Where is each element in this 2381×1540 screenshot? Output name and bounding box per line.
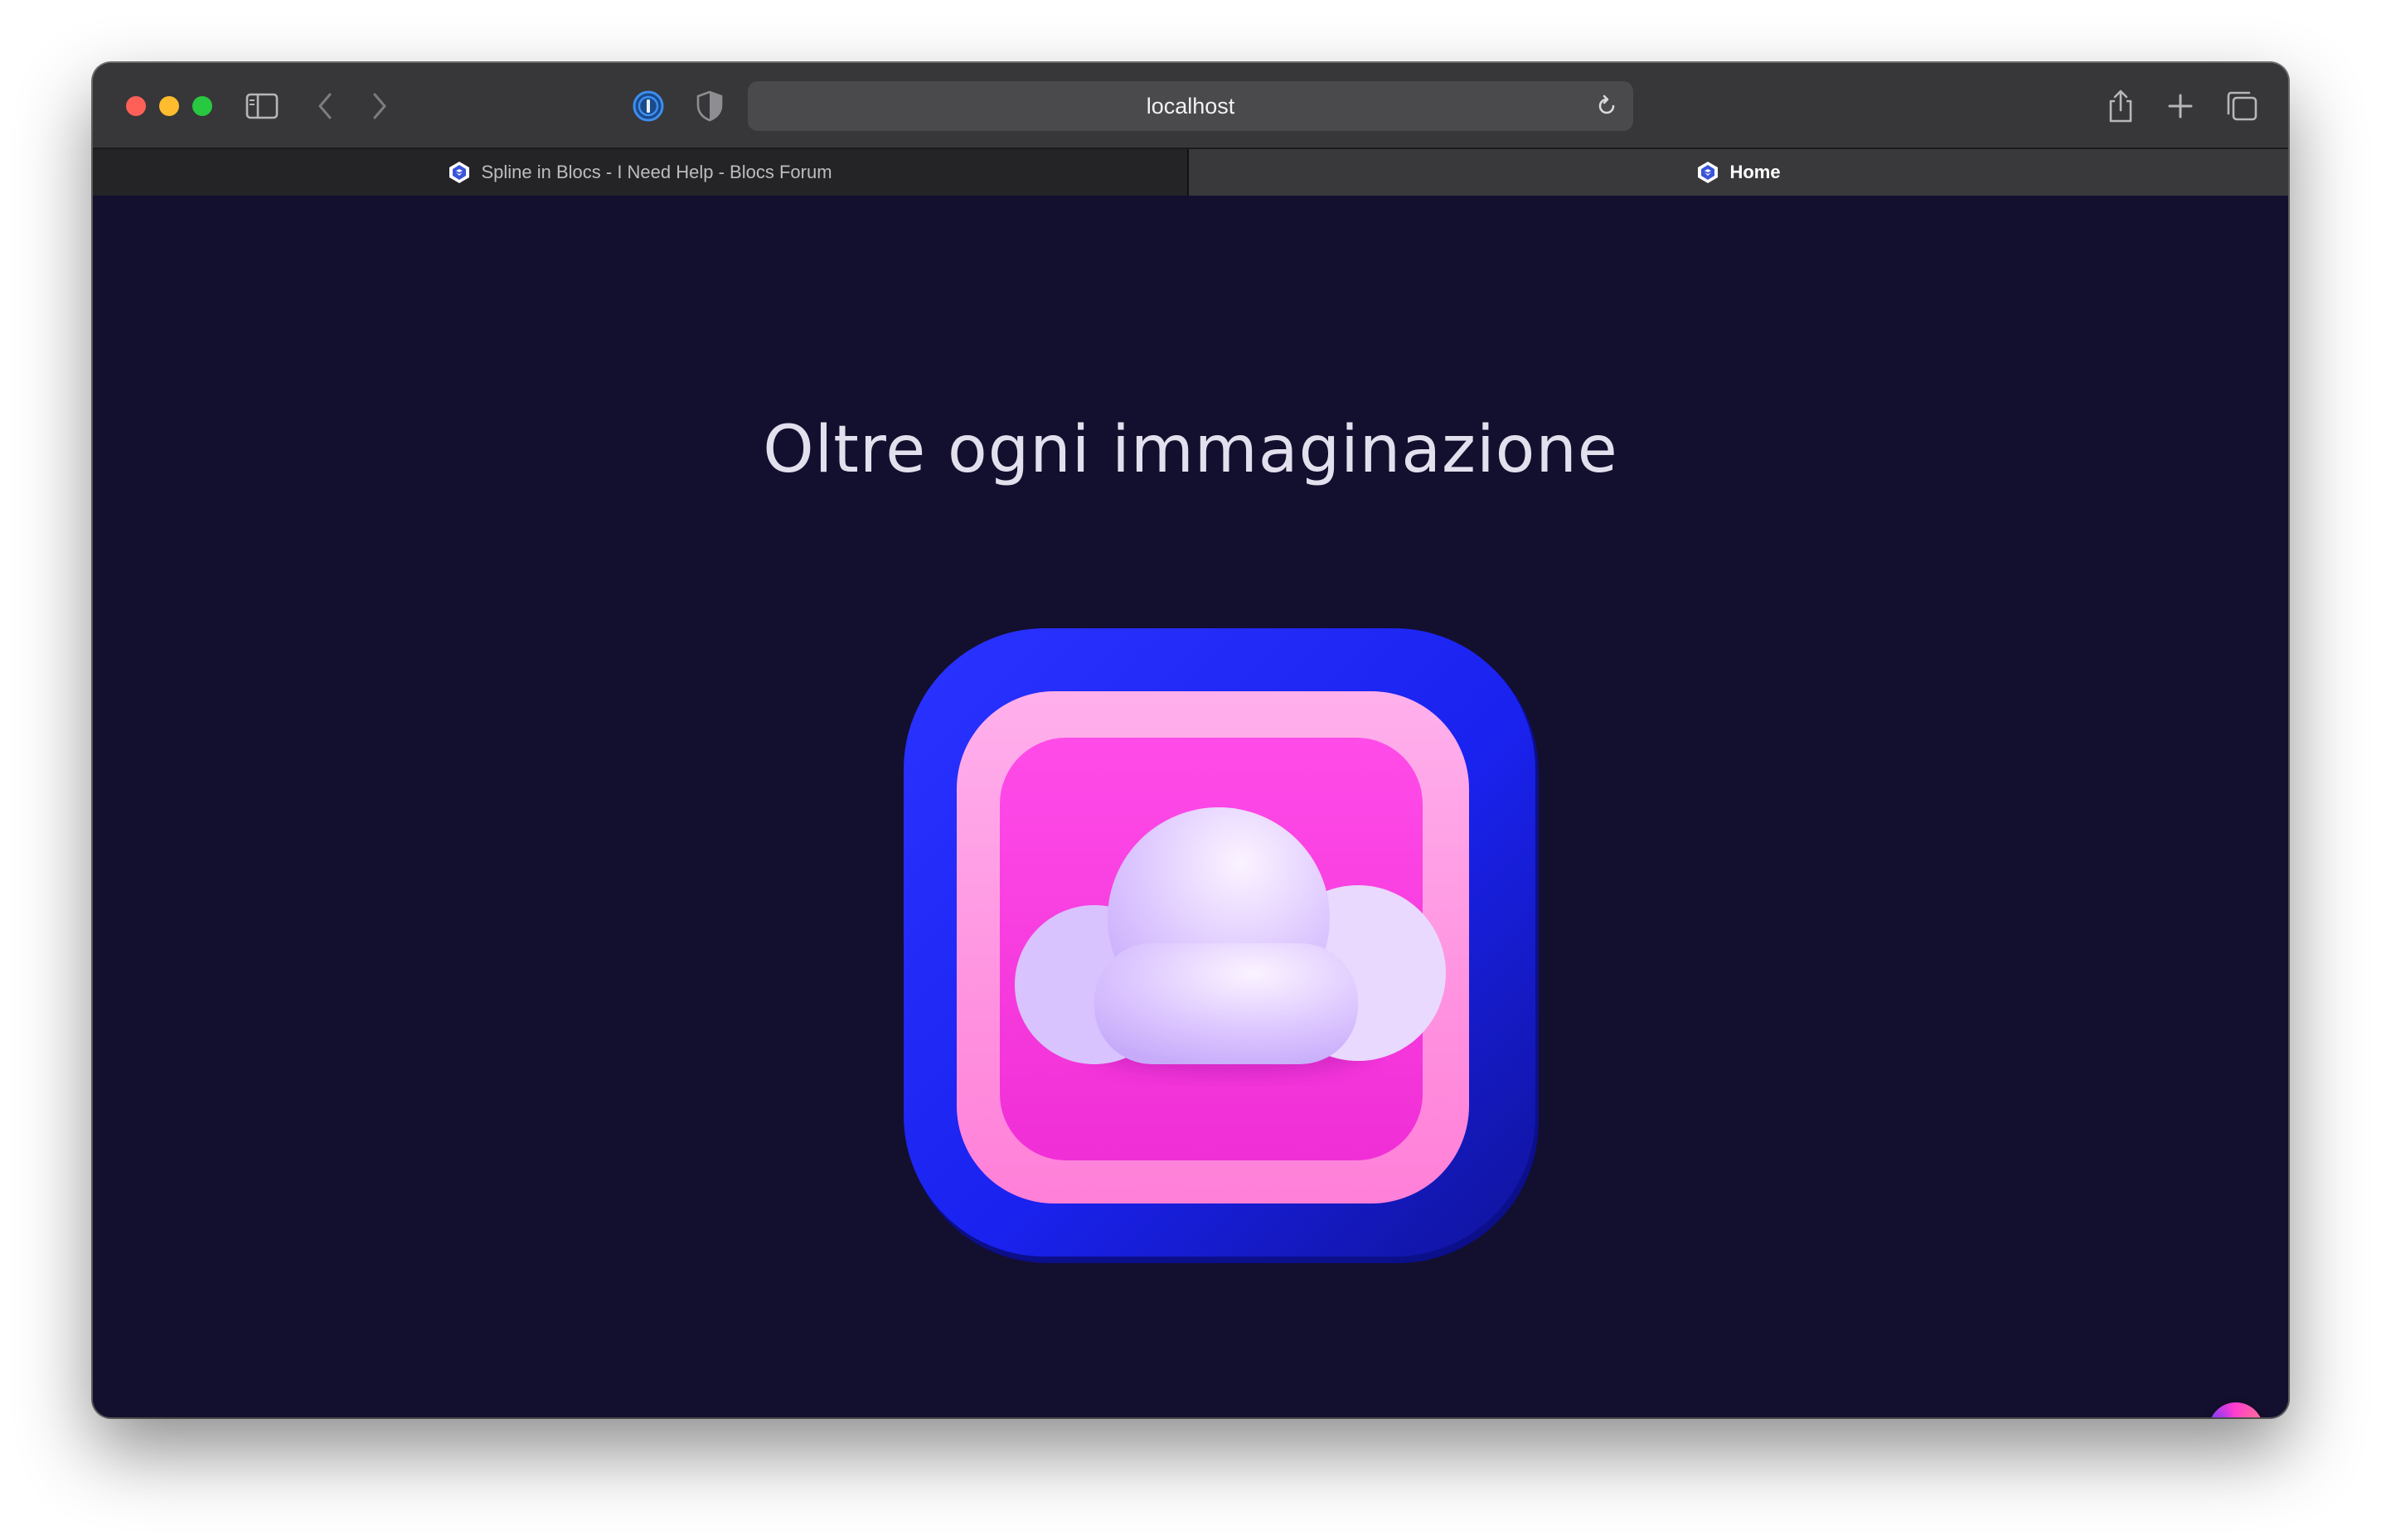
shield-icon[interactable] (688, 85, 731, 128)
tab-label: Spline in Blocs - I Need Help - Blocs Fo… (481, 162, 832, 182)
page-headline: Oltre ogni immaginazione (93, 409, 2288, 488)
headline-text: Oltre ogni immaginazione (763, 413, 1618, 487)
tab-blocs-forum[interactable]: Spline in Blocs - I Need Help - Blocs Fo… (93, 149, 1189, 196)
blocs-favicon-icon (1696, 161, 1719, 184)
browser-window: localhost Spline in Blocs - I Need Help … (93, 63, 2288, 1417)
cloud-app-icon[interactable] (904, 628, 1542, 1266)
chevron-right-icon[interactable] (358, 85, 401, 128)
blocs-favicon-icon (448, 161, 471, 184)
page-content: Oltre ogni immaginazione (93, 196, 2288, 1417)
address-bar[interactable]: localhost (748, 81, 1633, 131)
tabs-overview-icon[interactable] (2220, 85, 2263, 128)
chevron-left-icon[interactable] (303, 85, 347, 128)
spline-orb-icon[interactable] (2209, 1402, 2263, 1417)
tab-bar: Spline in Blocs - I Need Help - Blocs Fo… (93, 149, 2288, 196)
sidebar-toggle-icon[interactable] (240, 85, 284, 128)
1password-icon[interactable] (627, 85, 670, 128)
tab-home[interactable]: Home (1189, 149, 2288, 196)
browser-toolbar: localhost (93, 63, 2288, 149)
tab-label: Home (1729, 162, 1781, 182)
share-icon[interactable] (2099, 85, 2142, 128)
close-window-button[interactable] (126, 96, 146, 116)
plus-icon[interactable] (2159, 85, 2202, 128)
zoom-window-button[interactable] (192, 96, 212, 116)
reload-icon[interactable] (1592, 91, 1622, 121)
minimize-window-button[interactable] (159, 96, 179, 116)
address-text: localhost (1146, 94, 1235, 119)
